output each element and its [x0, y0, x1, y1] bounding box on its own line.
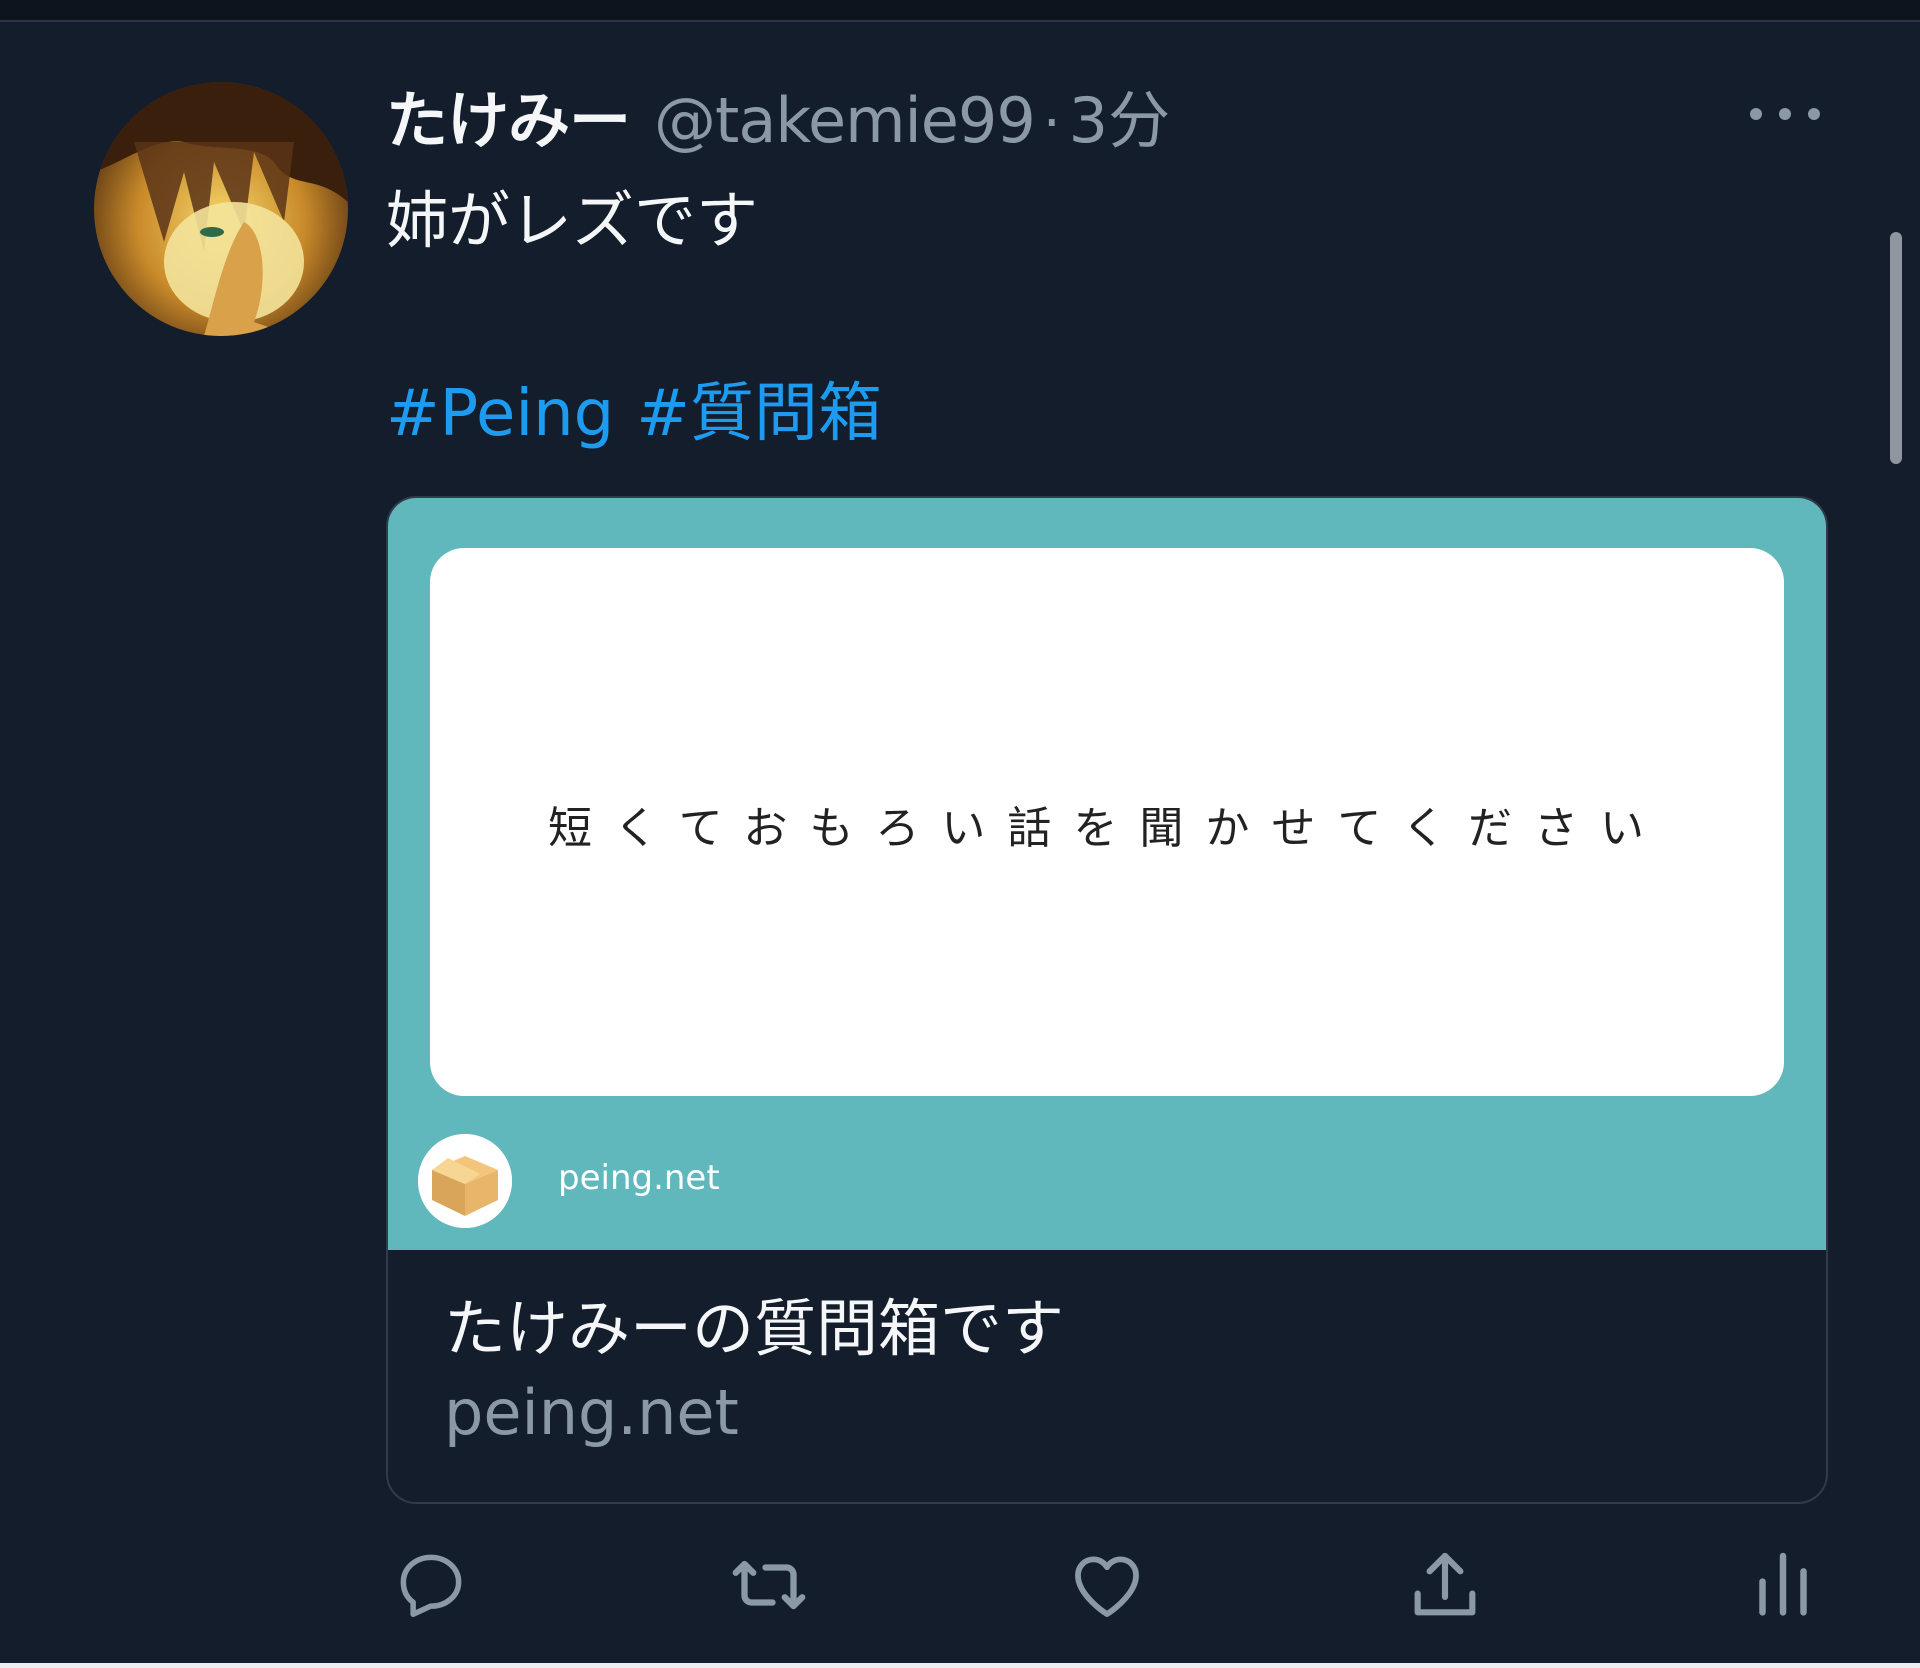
more-horizontal-icon	[1750, 108, 1762, 120]
tweet-header: たけみー @takemie99 · 3分	[386, 70, 1170, 160]
more-dot	[1779, 108, 1791, 120]
tweet-page: たけみー @takemie99 · 3分 姉がレズです #Peing #質問箱 短…	[0, 0, 1920, 1668]
user-handle[interactable]: @takemie99	[654, 84, 1036, 157]
card-site-name: peing.net	[558, 1158, 720, 1198]
scrollbar[interactable]	[1890, 232, 1902, 464]
action-bar	[386, 1540, 1826, 1630]
reply-icon	[400, 1554, 462, 1618]
more-dot	[1808, 108, 1820, 120]
avatar[interactable]	[94, 82, 348, 336]
hashtag-question-box[interactable]: #質問箱	[636, 377, 882, 451]
card-image: 短くておもろい話を聞かせてください peing.net	[388, 498, 1826, 1250]
reply-button[interactable]	[386, 1540, 476, 1630]
top-divider	[0, 0, 1920, 22]
heart-icon	[1075, 1556, 1139, 1617]
question-panel: 短くておもろい話を聞かせてください	[430, 548, 1784, 1096]
timestamp[interactable]: 3分	[1069, 70, 1170, 160]
card-meta: たけみーの質問箱です peing.net	[444, 1278, 1064, 1449]
hashtags: #Peing #質問箱	[386, 362, 904, 454]
more-options-button[interactable]	[1750, 96, 1820, 132]
like-button[interactable]	[1062, 1540, 1152, 1630]
retweet-button[interactable]	[724, 1540, 814, 1630]
card-domain: peing.net	[444, 1376, 739, 1449]
bottom-divider	[0, 1663, 1920, 1668]
tweet-text: 姉がレズです	[386, 184, 759, 257]
separator-dot: ·	[1042, 91, 1061, 156]
share-icon	[1414, 1552, 1476, 1616]
display-name[interactable]: たけみー	[386, 70, 631, 160]
analytics-button[interactable]	[1738, 1540, 1828, 1630]
retweet-icon	[732, 1560, 806, 1610]
share-button[interactable]	[1400, 1540, 1490, 1630]
box-icon	[418, 1134, 512, 1228]
question-text: 短くておもろい話を聞かせてください	[547, 803, 1667, 854]
hashtag-peing[interactable]: #Peing	[386, 377, 614, 451]
link-card[interactable]: 短くておもろい話を聞かせてください peing.net たけみーの質問箱です p…	[386, 496, 1828, 1504]
analytics-icon	[1759, 1552, 1807, 1616]
card-title: たけみーの質問箱です	[444, 1292, 1065, 1365]
